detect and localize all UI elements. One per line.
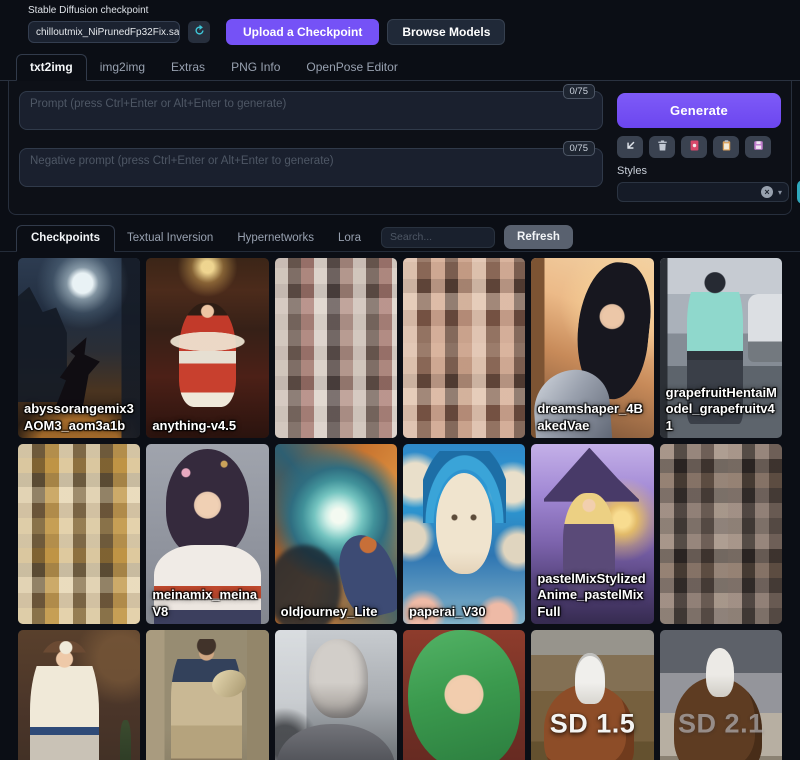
styles-label: Styles xyxy=(617,165,781,177)
save-style-icon xyxy=(752,139,765,155)
model-name: dreamshaper_4BakedVae xyxy=(537,401,648,434)
model-thumbnail xyxy=(660,630,782,760)
tab-textual-inversion[interactable]: Textual Inversion xyxy=(115,226,225,251)
model-card-grapefruitHentaiModel_grapefruitv41[interactable]: grapefruitHentaiModel_grapefruitv41 xyxy=(660,258,782,438)
model-name: grapefruitHentaiModel_grapefruitv41 xyxy=(666,385,777,434)
prompt-column: 0/75 0/75 xyxy=(19,91,603,204)
model-thumbnail xyxy=(403,630,525,760)
prompt-wrap: 0/75 xyxy=(19,91,603,135)
negative-prompt-input[interactable] xyxy=(19,148,603,187)
model-thumbnail xyxy=(275,444,397,624)
extra-networks-card-button[interactable] xyxy=(681,136,707,158)
clipboard-button[interactable] xyxy=(713,136,739,158)
extra-networks-bar: CheckpointsTextual InversionHypernetwork… xyxy=(0,223,800,252)
model-thumbnail xyxy=(18,444,140,624)
save-style-button[interactable] xyxy=(745,136,771,158)
model-card-protogenX34Photorealism_1[interactable]: protogenX34Photorealism_1 xyxy=(146,630,268,760)
tab-png-info[interactable]: PNG Info xyxy=(218,55,293,80)
model-card-blurred-3[interactable] xyxy=(275,258,397,438)
clipboard-icon xyxy=(720,139,733,155)
header: Stable Diffusion checkpoint chilloutmix_… xyxy=(0,0,800,45)
model-thumbnail xyxy=(275,258,397,438)
model-thumbnail xyxy=(403,258,525,438)
model-thumbnail xyxy=(531,630,653,760)
model-card-blurred-7[interactable] xyxy=(18,444,140,624)
tab-extras[interactable]: Extras xyxy=(158,55,218,80)
arrow-down-left-button[interactable] xyxy=(617,136,643,158)
model-thumbnail xyxy=(403,444,525,624)
trash-button[interactable] xyxy=(649,136,675,158)
model-card-pastelMixStylizedAnime_pastelMixFull[interactable]: pastelMixStylizedAnime_pastelMixFull xyxy=(531,444,653,624)
generate-column: Generate Styles × ▾ xyxy=(617,91,781,204)
browse-models-button[interactable]: Browse Models xyxy=(387,19,505,45)
model-card-blurred-4[interactable] xyxy=(403,258,525,438)
model-card-anything-v4.5[interactable]: anything-v4.5 xyxy=(146,258,268,438)
upload-checkpoint-button[interactable]: Upload a Checkpoint xyxy=(226,19,379,45)
model-thumbnail xyxy=(18,630,140,760)
refresh-models-button[interactable]: Refresh xyxy=(504,225,573,249)
model-card-oldjourney_Lite[interactable]: oldjourney_Lite xyxy=(275,444,397,624)
model-card-blurred-12[interactable] xyxy=(660,444,782,624)
tab-openpose-editor[interactable]: OpenPose Editor xyxy=(293,55,410,80)
styles-select[interactable]: × ▾ xyxy=(617,182,789,202)
model-card-revAnimated_v11[interactable]: revAnimated_v11 xyxy=(403,630,525,760)
model-name: pastelMixStylizedAnime_pastelMixFull xyxy=(537,571,648,620)
generate-button[interactable]: Generate xyxy=(617,93,781,128)
model-card-v2-1_768-ema-pruned[interactable]: SD 2.1 v2-1_768-ema-pruned xyxy=(660,630,782,760)
tab-checkpoints[interactable]: Checkpoints xyxy=(16,225,115,252)
checkpoint-dropdown[interactable]: chilloutmix_NiPrunedFp32Fix.safeter ▾ xyxy=(28,21,180,43)
tool-button-row xyxy=(617,136,781,158)
tab-hypernetworks[interactable]: Hypernetworks xyxy=(225,226,326,251)
checkpoint-label: Stable Diffusion checkpoint xyxy=(28,5,800,16)
txt2img-panel: 0/75 0/75 Generate Styles × ▾ xyxy=(8,81,792,215)
model-name: anything-v4.5 xyxy=(152,418,263,434)
negative-prompt-wrap: 0/75 xyxy=(19,148,603,192)
model-card-paperai_V30[interactable]: paperai_V30 xyxy=(403,444,525,624)
prompt-token-counter: 0/75 xyxy=(563,84,596,99)
model-card-protogenV22Anime_22[interactable]: protogenV22Anime_22 xyxy=(18,630,140,760)
prompt-input[interactable] xyxy=(19,91,603,130)
model-card-abyssorangemix3AOM3_aom3a1b[interactable]: abyssorangemix3AOM3_aom3a1b xyxy=(18,258,140,438)
model-card-dreamshaper_4BakedVae[interactable]: dreamshaper_4BakedVae xyxy=(531,258,653,438)
thumbnail-watermark: SD 2.1 xyxy=(660,708,782,739)
tab-img2img[interactable]: img2img xyxy=(87,55,158,80)
arrow-down-left-icon xyxy=(624,139,637,155)
extra-networks-card-icon xyxy=(688,139,701,155)
model-thumbnail xyxy=(660,444,782,624)
tab-txt2img[interactable]: txt2img xyxy=(16,54,87,81)
styles-row: × ▾ xyxy=(617,180,781,204)
model-name: oldjourney_Lite xyxy=(281,604,392,620)
explorer-tabs: CheckpointsTextual InversionHypernetwork… xyxy=(16,223,373,251)
chevron-down-icon: ▾ xyxy=(778,188,782,197)
tab-lora[interactable]: Lora xyxy=(326,226,373,251)
styles-input[interactable] xyxy=(624,187,756,198)
refresh-icon xyxy=(193,24,206,40)
negative-token-counter: 0/75 xyxy=(563,141,596,156)
model-card-grid: abyssorangemix3AOM3_aom3a1b anything-v4.… xyxy=(18,258,782,760)
thumbnail-watermark: SD 1.5 xyxy=(531,708,653,739)
main-tabs: txt2imgimg2imgExtrasPNG InfoOpenPose Edi… xyxy=(0,54,800,81)
model-thumbnail xyxy=(146,258,268,438)
model-search-input[interactable] xyxy=(381,227,495,248)
model-card-meinamix_meinaV8[interactable]: meinamix_meinaV8 xyxy=(146,444,268,624)
model-card-v1-5-pruned-emaonly[interactable]: SD 1.5 v1-5-pruned-emaonly xyxy=(531,630,653,760)
model-name: paperai_V30 xyxy=(409,604,520,620)
model-card-realisticVisionV13_v13[interactable]: realisticVisionV13_v13 xyxy=(275,630,397,760)
checkpoint-value: chilloutmix_NiPrunedFp32Fix.safeter xyxy=(36,27,180,38)
header-row: chilloutmix_NiPrunedFp32Fix.safeter ▾ Up… xyxy=(28,19,800,45)
model-name: abyssorangemix3AOM3_aom3a1b xyxy=(24,401,135,434)
trash-icon xyxy=(656,139,669,155)
model-thumbnail xyxy=(146,630,268,760)
model-thumbnail xyxy=(275,630,397,760)
refresh-checkpoints-button[interactable] xyxy=(188,21,210,43)
clear-styles-icon[interactable]: × xyxy=(761,186,773,198)
model-name: meinamix_meinaV8 xyxy=(152,587,263,620)
